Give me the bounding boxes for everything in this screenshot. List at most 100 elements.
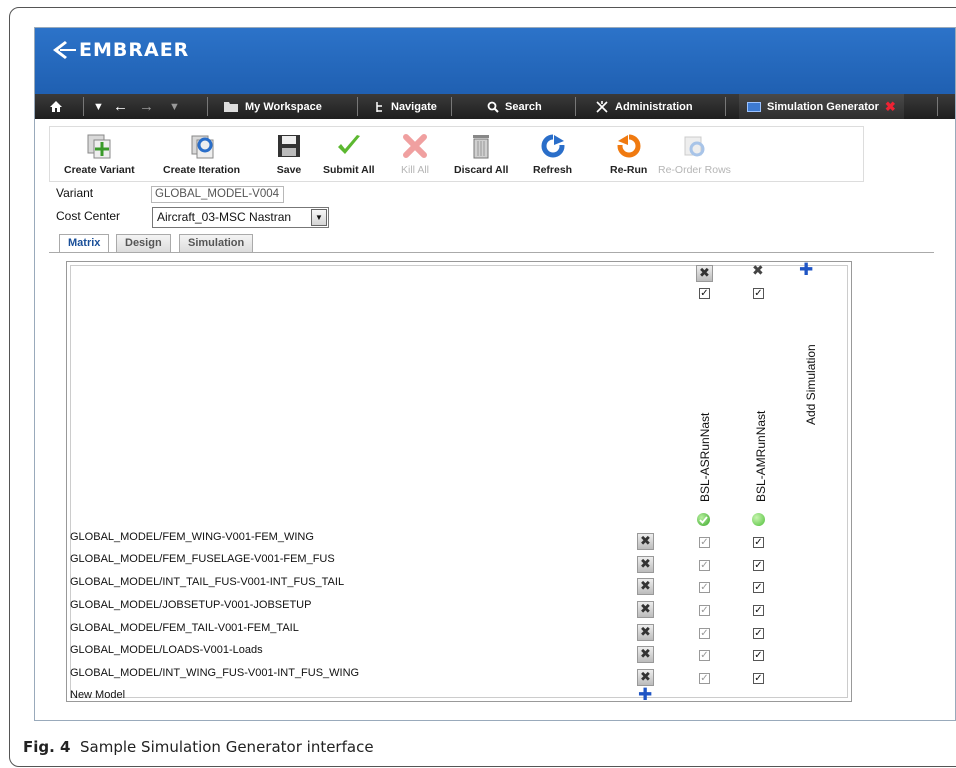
tree-icon: [376, 101, 382, 112]
arrow-right-icon: →: [139, 98, 154, 115]
create-variant-button[interactable]: Create Variant: [64, 131, 135, 176]
column-2-label: BSL-AMRunNast: [754, 410, 768, 502]
delete-column-2-button[interactable]: ✖: [752, 263, 764, 279]
column-1-select-checkbox[interactable]: ✓: [699, 288, 710, 299]
tab-design[interactable]: Design: [116, 234, 171, 252]
discard-all-label: Discard All: [454, 164, 509, 176]
cell-checkbox[interactable]: ✓: [753, 582, 764, 593]
delete-row-button[interactable]: ✖: [637, 533, 654, 550]
embraer-arrow-icon: [53, 41, 76, 59]
cell-checkbox[interactable]: ✓: [753, 560, 764, 571]
cell-checkbox[interactable]: ✓: [753, 537, 764, 548]
nav-simulation-generator-label: Simulation Generator: [767, 100, 879, 113]
home-icon: [50, 101, 62, 112]
variant-field[interactable]: GLOBAL_MODEL-V004: [151, 186, 284, 203]
cell-checkbox[interactable]: ✓: [699, 628, 710, 639]
chevron-down-icon: ▼: [311, 209, 327, 226]
refresh-button[interactable]: Refresh: [533, 131, 572, 176]
brand-name: EMBRAER: [79, 39, 190, 61]
add-simulation-plus-icon[interactable]: ✚: [799, 262, 813, 279]
kill-x-icon: [400, 131, 430, 161]
cell-checkbox[interactable]: ✓: [753, 628, 764, 639]
table-icon: [747, 101, 761, 112]
nav-administration[interactable]: Administration: [595, 94, 693, 119]
re-run-icon: [614, 131, 644, 161]
tools-icon: [596, 100, 608, 113]
delete-row-button[interactable]: ✖: [637, 556, 654, 573]
delete-row-button[interactable]: ✖: [637, 601, 654, 618]
delete-row-button[interactable]: ✖: [637, 578, 654, 595]
close-tab-icon[interactable]: ✖: [885, 99, 896, 115]
home-button[interactable]: [49, 94, 63, 119]
forward-button[interactable]: →: [139, 94, 154, 119]
figure-number: Fig. 4: [23, 738, 71, 756]
re-run-button[interactable]: Re-Run: [610, 131, 647, 176]
cell-checkbox[interactable]: ✓: [753, 605, 764, 616]
triangle-down-icon: ▼: [169, 100, 180, 113]
re-run-label: Re-Run: [610, 164, 648, 176]
nav-my-workspace[interactable]: My Workspace: [223, 94, 322, 119]
cost-center-value: Aircraft_03-MSC Nastran: [157, 210, 292, 224]
row-label: GLOBAL_MODEL/FEM_FUSELAGE-V001-FEM_FUS: [70, 553, 335, 565]
kill-all-button[interactable]: Kill All: [400, 131, 430, 176]
app-window: EMBRAER ▼ ← → ▼ My Workspace Navigate Se…: [34, 27, 956, 721]
add-model-plus-icon[interactable]: ✚: [638, 687, 652, 704]
tab-divider: [49, 252, 934, 253]
menu-dropdown-button[interactable]: ▼: [93, 94, 104, 119]
cell-checkbox[interactable]: ✓: [699, 673, 710, 684]
cell-checkbox[interactable]: ✓: [699, 582, 710, 593]
create-variant-icon: [84, 131, 114, 161]
save-button[interactable]: Save: [274, 131, 304, 176]
column-2-select-checkbox[interactable]: ✓: [753, 288, 764, 299]
simulation-matrix: [66, 261, 852, 702]
history-dropdown-button[interactable]: ▼: [169, 94, 180, 119]
back-button[interactable]: ←: [113, 94, 128, 119]
cell-checkbox[interactable]: ✓: [699, 650, 710, 661]
kill-all-label: Kill All: [400, 164, 429, 176]
checkmark-icon: [334, 131, 364, 161]
nav-search[interactable]: Search: [487, 94, 542, 119]
submit-all-button[interactable]: Submit All: [323, 131, 375, 176]
cell-checkbox[interactable]: ✓: [699, 537, 710, 548]
cell-checkbox[interactable]: ✓: [753, 673, 764, 684]
toolbar: Create Variant Create Iteration Save Sub…: [49, 126, 864, 182]
refresh-label: Refresh: [533, 164, 573, 176]
floppy-disk-icon: [274, 131, 304, 161]
brand-logo: EMBRAER: [51, 39, 189, 61]
figure-caption: Fig. 4 Sample Simulation Generator inter…: [23, 738, 374, 756]
delete-row-button[interactable]: ✖: [637, 669, 654, 686]
triangle-down-icon: ▼: [93, 100, 104, 113]
cell-checkbox[interactable]: ✓: [753, 650, 764, 661]
row-label: GLOBAL_MODEL/LOADS-V001-Loads: [70, 644, 263, 656]
create-iteration-icon: [187, 131, 217, 161]
reorder-rows-button[interactable]: Re-Order Rows: [658, 131, 731, 176]
trash-icon: [466, 131, 496, 161]
create-variant-label: Create Variant: [64, 164, 135, 176]
create-iteration-label: Create Iteration: [163, 164, 241, 176]
nav-navigate-label: Navigate: [391, 100, 437, 113]
cost-center-select[interactable]: Aircraft_03-MSC Nastran ▼: [152, 207, 329, 228]
column-2-status-ready-icon: [752, 513, 765, 526]
search-icon: [487, 101, 499, 113]
delete-row-button[interactable]: ✖: [637, 646, 654, 663]
nav-search-label: Search: [505, 100, 542, 113]
variant-label: Variant: [56, 186, 94, 200]
add-simulation-label[interactable]: Add Simulation: [804, 344, 818, 425]
reorder-icon: [679, 131, 709, 161]
delete-row-button[interactable]: ✖: [637, 624, 654, 641]
delete-column-1-button[interactable]: ✖: [696, 265, 713, 282]
cell-checkbox[interactable]: ✓: [699, 560, 710, 571]
new-model-label[interactable]: New Model: [70, 689, 125, 701]
tab-matrix[interactable]: Matrix: [59, 234, 110, 253]
nav-simulation-generator[interactable]: Simulation Generator ✖: [739, 94, 904, 119]
folder-icon: [224, 101, 238, 112]
nav-my-workspace-label: My Workspace: [245, 100, 322, 113]
nav-bar: ▼ ← → ▼ My Workspace Navigate Search Adm…: [35, 94, 955, 119]
nav-navigate[interactable]: Navigate: [375, 94, 437, 119]
cell-checkbox[interactable]: ✓: [699, 605, 710, 616]
discard-all-button[interactable]: Discard All: [454, 131, 508, 176]
column-1-status-complete-icon: [697, 513, 710, 526]
create-iteration-button[interactable]: Create Iteration: [163, 131, 240, 176]
save-label: Save: [276, 164, 302, 176]
tab-simulation[interactable]: Simulation: [179, 234, 254, 252]
